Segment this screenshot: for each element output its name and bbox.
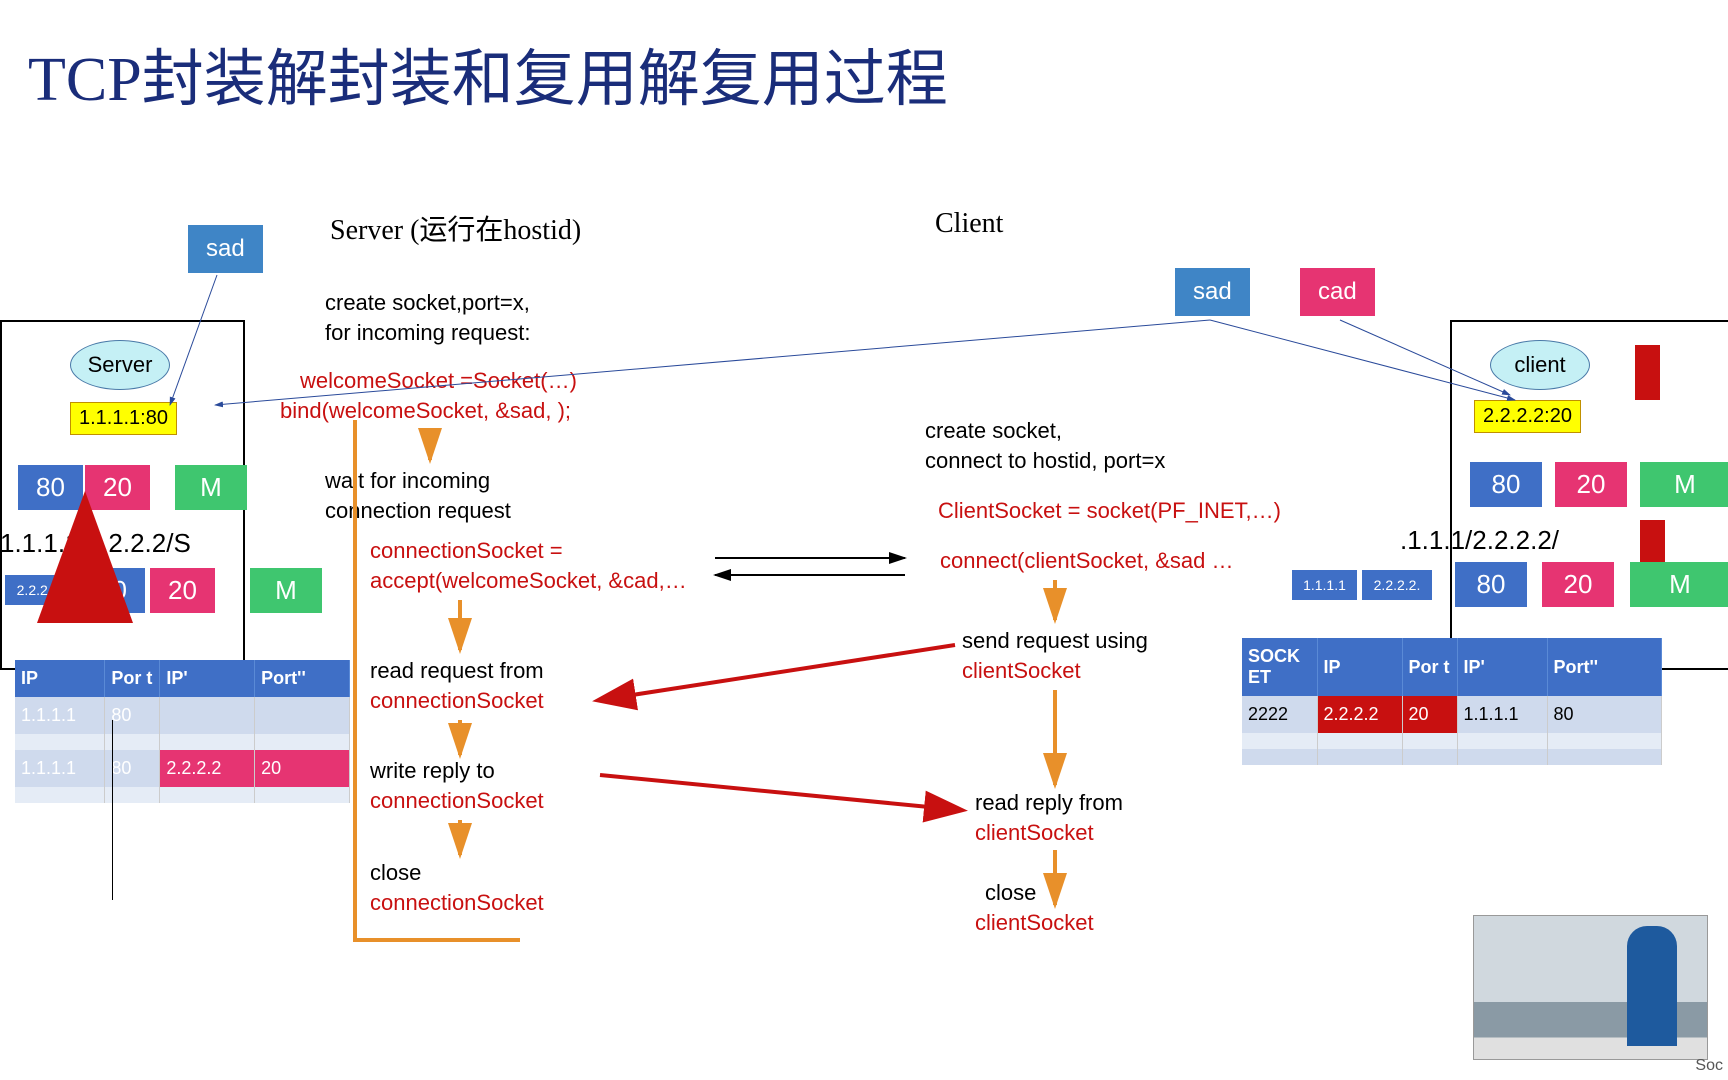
ip1s: 2.2.2.2. xyxy=(5,575,75,605)
c5a: close xyxy=(985,880,1036,906)
page-title: TCP封装解封装和复用解复用过程 xyxy=(28,28,948,118)
server-oval: Server xyxy=(70,340,170,390)
c-p80-2: 80 xyxy=(1455,562,1527,607)
M-2: M xyxy=(250,568,322,613)
c4a: read reply from xyxy=(975,790,1123,816)
p80-2: 80 xyxy=(80,568,145,613)
c-p20-1: 20 xyxy=(1555,462,1627,507)
s6b: connectionSocket xyxy=(370,788,544,814)
ip2c: 2.2.2.2. xyxy=(1362,570,1432,600)
c-p80-1: 80 xyxy=(1470,462,1542,507)
c5b: clientSocket xyxy=(975,910,1094,936)
c3a: send request using xyxy=(962,628,1148,654)
s1a: create socket,port=x, xyxy=(325,290,530,316)
s7a: close xyxy=(370,860,421,886)
c3b: clientSocket xyxy=(962,658,1081,684)
s5b: connectionSocket xyxy=(370,688,544,714)
red-arrow-block-2 xyxy=(1640,520,1665,565)
c1b: connect to hostid, port=x xyxy=(925,448,1165,474)
s6a: write reply to xyxy=(370,758,495,784)
ip-line: 1.1.1.1/2.2.2.2/S xyxy=(0,528,191,559)
table-divider xyxy=(112,720,113,900)
c-p20-2: 20 xyxy=(1542,562,1614,607)
s4a: connectionSocket = xyxy=(370,538,563,564)
presenter-photo xyxy=(1473,915,1708,1060)
M-1: M xyxy=(175,465,247,510)
client-header: Client xyxy=(935,208,1003,240)
s2b: bind(welcomeSocket, &sad, ); xyxy=(280,398,571,424)
p20-1: 20 xyxy=(85,465,150,510)
c2b: connect(clientSocket, &sad … xyxy=(940,548,1233,574)
red-arrow-block-1 xyxy=(1635,345,1660,400)
s3b: connection request xyxy=(325,498,511,524)
s3a: wait for incoming xyxy=(325,468,490,494)
c4b: clientSocket xyxy=(975,820,1094,846)
s7b: connectionSocket xyxy=(370,890,544,916)
server-table: IPPor tIP'Port'' 1.1.1.180 1.1.1.1802.2.… xyxy=(15,660,350,803)
p80-1: 80 xyxy=(18,465,83,510)
s1b: for incoming request: xyxy=(325,320,530,346)
ip1c: 1.1.1.1 xyxy=(1292,570,1357,600)
c2a: ClientSocket = socket(PF_INET,…) xyxy=(938,498,1281,524)
s5a: read request from xyxy=(370,658,544,684)
p20-2: 20 xyxy=(150,568,215,613)
client-oval: client xyxy=(1490,340,1590,390)
s2a: welcomeSocket =Socket(…) xyxy=(300,368,577,394)
ip-line2: .1.1.1/2.2.2.2/ xyxy=(1400,525,1559,556)
client-table: SOCK ETIPPor tIP'Port'' 22222.2.2.2201.1… xyxy=(1242,638,1662,765)
server-addr: 1.1.1.1:80 xyxy=(70,402,177,435)
footer: Soc xyxy=(1695,1057,1723,1075)
s4b: accept(welcomeSocket, &cad,… xyxy=(370,568,687,594)
c-M-2: M xyxy=(1630,562,1728,607)
cad-label: cad xyxy=(1300,268,1375,316)
c-M-1: M xyxy=(1640,462,1728,507)
c1a: create socket, xyxy=(925,418,1062,444)
client-addr: 2.2.2.2:20 xyxy=(1474,400,1581,433)
sad-label-server: sad xyxy=(188,225,263,273)
server-header: Server (运行在hostid) xyxy=(330,208,581,248)
sad-label-client: sad xyxy=(1175,268,1250,316)
